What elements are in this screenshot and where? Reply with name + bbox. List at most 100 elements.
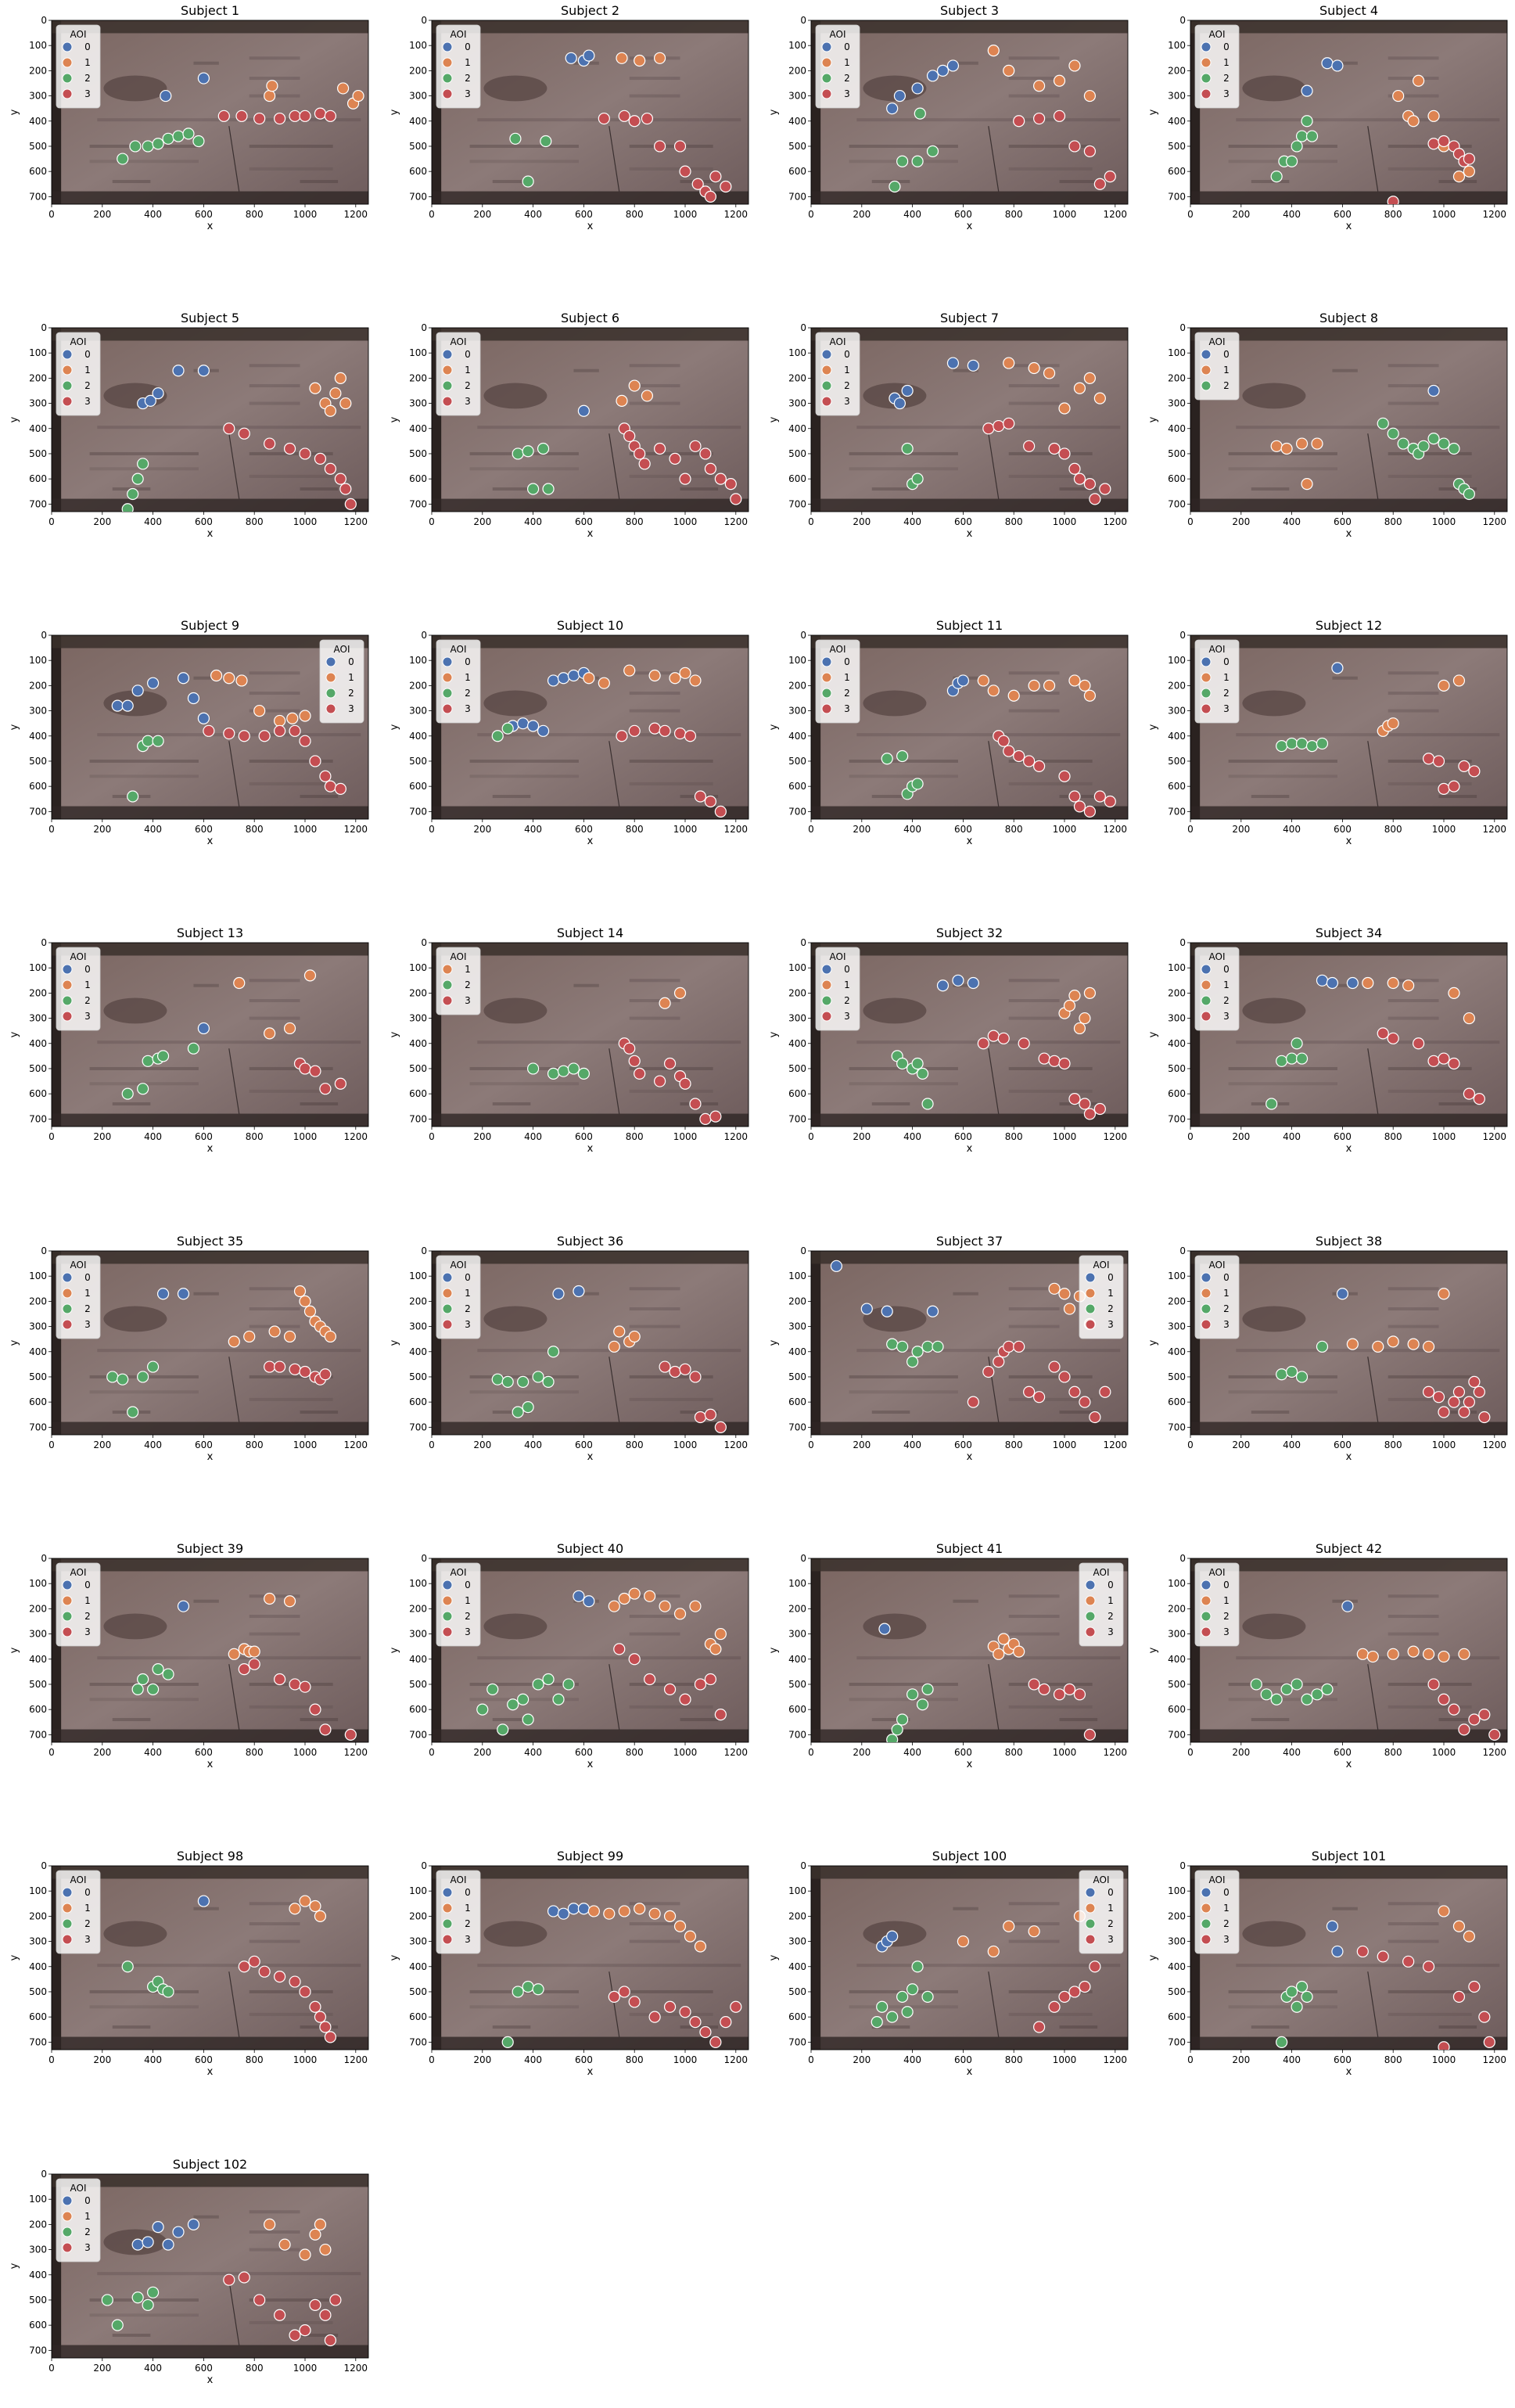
legend-marker-3 (821, 88, 832, 99)
point-aoi-3 (344, 1728, 357, 1741)
point-aoi-3 (1458, 1406, 1470, 1418)
point-aoi-2 (182, 128, 195, 140)
menu-text-stripe (629, 94, 680, 98)
legend-label: 3 (844, 396, 850, 407)
point-aoi-3 (264, 437, 276, 450)
point-aoi-1 (1301, 477, 1313, 491)
legend-label: 1 (84, 365, 91, 376)
point-aoi-2 (497, 1723, 509, 1736)
point-aoi-0 (1346, 976, 1359, 990)
y-tick-label: 0 (41, 937, 47, 948)
menu-text-stripe (1236, 1349, 1500, 1353)
point-aoi-2 (1285, 1052, 1298, 1065)
point-aoi-0 (565, 52, 577, 64)
x-tick-label: 1000 (673, 1439, 698, 1450)
menu-text-stripe (1008, 77, 1060, 81)
menu-text-stripe (1388, 1324, 1439, 1328)
y-axis-label: y (768, 1954, 780, 1961)
y-tick-label: 100 (29, 655, 47, 666)
y-tick-label: 300 (409, 1629, 427, 1640)
point-aoi-3 (689, 440, 702, 452)
x-tick-label: 0 (48, 1131, 55, 1142)
point-aoi-0 (172, 365, 185, 377)
x-tick-label: 400 (524, 209, 542, 220)
y-tick-label: 0 (1179, 322, 1186, 333)
legend-marker-2 (1201, 995, 1212, 1006)
menu-text-stripe (89, 1390, 199, 1394)
point-aoi-3 (344, 498, 357, 510)
y-tick-label: 200 (29, 1603, 47, 1614)
menu-text-stripe (249, 2320, 333, 2324)
point-aoi-1 (1387, 717, 1399, 730)
point-aoi-1 (587, 1905, 600, 1917)
legend-label: 3 (1223, 1934, 1230, 1945)
menu-text-stripe (1332, 368, 1358, 372)
legend-label: 2 (465, 1611, 471, 1622)
legend-title: AOI (1209, 1260, 1226, 1270)
x-tick-label: 1000 (1432, 824, 1456, 835)
x-axis-label: x (1346, 221, 1352, 232)
x-axis-label: x (207, 528, 214, 540)
point-aoi-2 (1270, 170, 1283, 183)
point-aoi-1 (616, 394, 628, 407)
legend-marker-2 (1201, 688, 1212, 699)
point-aoi-3 (714, 473, 727, 485)
point-aoi-0 (547, 1905, 560, 1917)
y-tick-label: 500 (409, 1371, 427, 1382)
point-aoi-0 (1331, 59, 1344, 72)
y-axis-label: y (9, 1031, 20, 1037)
x-tick-label: 800 (246, 1747, 264, 1758)
point-aoi-3 (673, 140, 687, 153)
burger-illustration (863, 997, 927, 1024)
y-tick-label: 300 (788, 706, 806, 717)
point-aoi-1 (1043, 679, 1056, 692)
legend-label: 3 (84, 1934, 91, 1945)
y-tick-label: 700 (29, 1113, 47, 1124)
y-tick-label: 100 (1168, 1885, 1186, 1896)
point-aoi-3 (235, 110, 248, 122)
point-aoi-3 (1083, 1108, 1097, 1120)
point-aoi-2 (1291, 140, 1303, 153)
point-aoi-1 (339, 397, 352, 410)
point-aoi-1 (228, 1648, 240, 1660)
legend: AOI0123 (436, 1870, 481, 1954)
menu-text-stripe (1388, 1615, 1439, 1619)
legend-marker-0 (1085, 1887, 1096, 1898)
x-tick-label: 0 (808, 2054, 814, 2065)
y-tick-label: 100 (409, 962, 427, 973)
legend-marker-3 (62, 2242, 73, 2253)
legend-marker-2 (821, 995, 832, 1006)
legend-label: 3 (84, 1626, 91, 1637)
legend-marker-2 (442, 1918, 453, 1929)
point-aoi-2 (101, 2294, 113, 2306)
menu-bottom-edge (52, 2036, 368, 2050)
y-tick-label: 700 (1168, 806, 1186, 817)
legend-label: 0 (1108, 1580, 1114, 1590)
point-aoi-2 (886, 1734, 899, 1742)
legend-label: 1 (1223, 1903, 1230, 1914)
point-aoi-1 (337, 82, 350, 95)
burger-illustration (103, 997, 167, 1024)
point-aoi-2 (147, 1360, 160, 1373)
point-aoi-0 (830, 1260, 843, 1272)
y-tick-label: 200 (409, 65, 427, 76)
menu-text-stripe (849, 1682, 958, 1686)
point-aoi-2 (1438, 437, 1450, 450)
point-aoi-3 (1387, 1032, 1399, 1044)
point-aoi-3 (314, 107, 327, 120)
y-tick-label: 400 (29, 1961, 47, 1972)
legend-label: 3 (348, 703, 354, 714)
legend-marker-3 (821, 396, 832, 407)
legend-label: 3 (1108, 1934, 1114, 1945)
point-aoi-0 (162, 2238, 174, 2251)
menu-text-stripe (300, 2025, 339, 2029)
legend: AOI0123 (436, 24, 481, 109)
menu-text-stripe (1388, 56, 1439, 60)
y-tick-label: 100 (409, 1578, 427, 1589)
menu-dark-edge (52, 635, 62, 819)
legend-label: 1 (1108, 1288, 1114, 1299)
x-tick-label: 600 (954, 1747, 972, 1758)
menu-text-stripe (1008, 56, 1060, 60)
menu-text-stripe (1388, 1016, 1439, 1020)
x-tick-label: 200 (93, 1439, 111, 1450)
